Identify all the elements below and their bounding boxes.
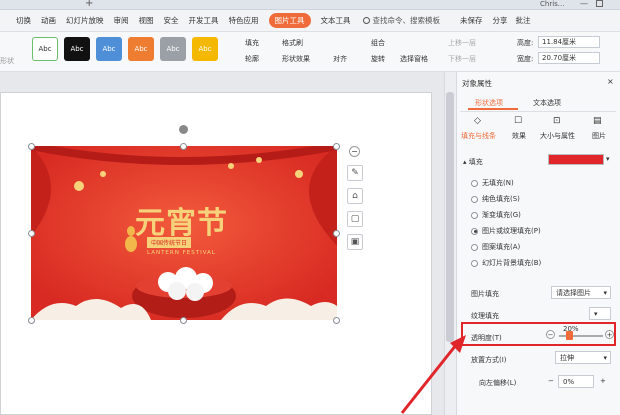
picture-tab-icon[interactable]: ▤ (593, 116, 602, 126)
menu-item-picture-tools[interactable]: 图片工具 (268, 13, 311, 28)
send-backward-button[interactable]: 下移一层 (448, 54, 476, 64)
menu-item-security[interactable]: 安全 (164, 15, 179, 26)
pane-divider (460, 111, 616, 112)
format-brush-button[interactable]: 格式刷 (282, 38, 303, 48)
picture-fill-label: 图片填充 (471, 290, 499, 298)
subtab-effect[interactable]: 效果 (512, 131, 526, 141)
subtab-size[interactable]: 大小与属性 (540, 131, 575, 141)
width-label: 宽度: (517, 55, 534, 63)
offset-left-label: 向左偏移(L) (479, 379, 517, 387)
menu-item-features[interactable]: 特色应用 (229, 15, 259, 26)
minimize-icon[interactable]: — (580, 0, 588, 8)
outline-button[interactable]: 轮廓 (245, 54, 259, 64)
menu-bar: 切换 动画 幻灯片放映 审阅 视图 安全 开发工具 特色应用 图片工具 文本工具… (0, 10, 620, 32)
menu-item-text-tools[interactable]: 文本工具 (321, 15, 351, 26)
picture-fill-select[interactable]: 请选择图片 ▾ (551, 286, 611, 299)
style-swatch-white[interactable]: Abc (32, 37, 58, 61)
resize-handle[interactable] (180, 143, 187, 150)
resize-handle[interactable] (180, 317, 187, 324)
style-swatch-orange[interactable]: Abc (128, 37, 154, 61)
fill-dropdown-icon[interactable]: ▾ (606, 155, 610, 163)
menu-item-developer[interactable]: 开发工具 (189, 15, 219, 26)
rotate-button[interactable]: 旋转 (371, 54, 385, 64)
fill-button[interactable]: 填充 (245, 38, 259, 48)
radio-background-fill[interactable]: 幻灯片背景填充(B) (471, 258, 541, 268)
menu-item-view[interactable]: 视图 (139, 15, 154, 26)
resize-handle[interactable] (333, 230, 340, 237)
radio-solid-fill[interactable]: 纯色填充(S) (471, 194, 520, 204)
shape-button[interactable]: 形状 (0, 56, 14, 66)
shape-effect-button[interactable]: 形状效果 (282, 54, 310, 64)
restore-icon[interactable] (596, 0, 603, 7)
pen-icon[interactable]: ✎ (347, 165, 363, 181)
resize-handle[interactable] (28, 230, 35, 237)
search-box[interactable]: 查找命令、搜索模板 (373, 15, 441, 26)
share-button[interactable]: 分享 (493, 15, 508, 26)
resize-handle[interactable] (333, 143, 340, 150)
menu-item-transition[interactable]: 切换 (16, 15, 31, 26)
radio-no-fill[interactable]: 无填充(N) (471, 178, 514, 188)
resize-handle[interactable] (28, 143, 35, 150)
menu-item-slideshow[interactable]: 幻灯片放映 (66, 15, 104, 26)
offset-minus-icon[interactable]: − (548, 377, 554, 385)
tile-mode-select[interactable]: 拉伸 ▾ (555, 351, 611, 364)
pane-close-icon[interactable]: × (607, 77, 614, 86)
style-swatch-gray[interactable]: Abc (160, 37, 186, 61)
subtab-picture[interactable]: 图片 (592, 131, 606, 141)
annotation-arrow-icon (400, 335, 466, 414)
resize-handle[interactable] (28, 317, 35, 324)
new-tab-icon[interactable]: + (85, 0, 93, 9)
shape-fill-icon[interactable]: ⌂ (347, 188, 363, 204)
radio-pattern-fill[interactable]: 图案填充(A) (471, 242, 520, 252)
tab-text-options[interactable]: 文本选项 (533, 98, 561, 108)
height-input[interactable]: 11.84厘米 (538, 36, 600, 48)
offset-plus-icon[interactable]: + (600, 377, 606, 385)
tab-active-underline (468, 108, 518, 110)
group-button[interactable]: 组合 (371, 38, 385, 48)
style-swatch-blue[interactable]: Abc (96, 37, 122, 61)
size-icon[interactable]: ⊡ (553, 116, 561, 126)
select-pane-button[interactable]: 选择窗格 (400, 54, 428, 64)
radio-picture-fill[interactable]: 图片或纹理填充(P) (471, 226, 541, 236)
width-input[interactable]: 20.70厘米 (538, 52, 600, 64)
collapse-icon[interactable]: − (349, 146, 360, 157)
pane-header: 对象属性 (462, 79, 492, 88)
picture-icon[interactable]: ▣ (347, 234, 363, 250)
fill-line-icon[interactable]: ◇ (474, 116, 481, 126)
banner-title: 元宵节 (135, 206, 228, 241)
search-icon[interactable] (362, 17, 370, 24)
offset-left-input[interactable]: 0% (558, 375, 594, 388)
texture-fill-select[interactable]: ▾ (589, 307, 611, 320)
texture-fill-label: 纹理填充 (471, 312, 499, 320)
radio-gradient-fill[interactable]: 渐变填充(G) (471, 210, 521, 220)
sync-status[interactable]: 未保存 (460, 15, 483, 26)
highlight-box (461, 322, 616, 346)
comment-button[interactable]: 批注 (516, 15, 531, 26)
ribbon-toolbar: 形状 Abc Abc Abc Abc Abc Abc 填充 格式刷 轮廓 形状效… (0, 32, 620, 72)
bring-forward-button[interactable]: 上移一层 (448, 38, 476, 48)
account-name[interactable]: Chris... (540, 0, 564, 8)
height-label: 高度: (517, 39, 534, 47)
effect-icon[interactable]: ☐ (514, 116, 522, 126)
style-swatch-black[interactable]: Abc (64, 37, 90, 61)
align-button[interactable]: 对齐 (333, 54, 347, 64)
crop-icon[interactable]: ▢ (347, 211, 363, 227)
fill-color-preview[interactable] (548, 154, 604, 165)
tile-mode-label: 放置方式(I) (471, 356, 507, 364)
resize-handle[interactable] (333, 317, 340, 324)
tab-shape-options[interactable]: 形状选项 (475, 98, 503, 108)
menu-item-review[interactable]: 审阅 (114, 15, 129, 26)
rotate-handle-icon[interactable] (179, 125, 188, 134)
scrollbar-thumb[interactable] (446, 92, 454, 342)
title-bar: + Chris... — (0, 0, 620, 10)
fill-section-title[interactable]: ▴ 填充 (463, 157, 483, 167)
lantern-festival-image[interactable]: 元宵节 中国传统节日 LANTERN FESTIVAL (31, 146, 337, 320)
subtab-fill-line[interactable]: 填充与线条 (461, 131, 496, 141)
style-swatch-yellow[interactable]: Abc (192, 37, 218, 61)
menu-item-animation[interactable]: 动画 (41, 15, 56, 26)
banner-english: LANTERN FESTIVAL (147, 250, 216, 256)
banner-subtitle: 中国传统节日 (147, 237, 192, 248)
